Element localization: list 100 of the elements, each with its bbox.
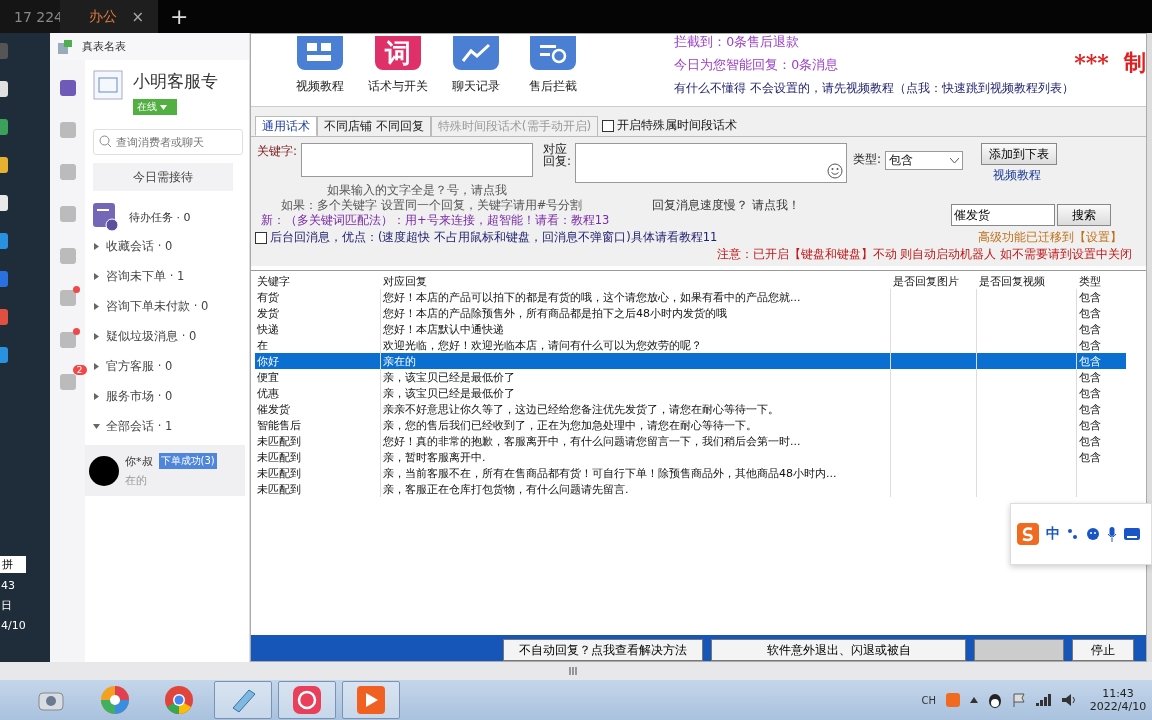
checkbox-label: 开启特殊属时间段话术	[617, 117, 738, 134]
hint-link[interactable]: 新：（多关键词匹配法）：用+号来连接，超智能！请看：教程13	[257, 213, 847, 228]
checkbox[interactable]	[255, 231, 267, 244]
stop-button[interactable]: 停止	[1072, 639, 1134, 661]
app-icon[interactable]	[0, 309, 8, 325]
browser-icon	[164, 685, 194, 715]
start-button[interactable]	[974, 639, 1064, 661]
toolbar-button[interactable]: 聊天记录	[436, 34, 515, 95]
keyword-label: 关键字:	[257, 143, 298, 160]
search-button[interactable]: 搜索	[1057, 204, 1112, 226]
column-header: 关键字	[256, 273, 291, 289]
table-row[interactable]: 有货 您好！本店的产品可以拍下的都是有货的哦，这个请您放心，如果有看中的产品您就... 包含	[255, 289, 1126, 305]
table-cell: 您好！本店的产品除预售外，所有商品都是拍下之后48小时内发货的哦	[381, 305, 891, 321]
signal-icon[interactable]	[1036, 694, 1052, 706]
add-button[interactable]: 添加到下表	[981, 143, 1058, 165]
conversation-group[interactable]: 疑似垃圾消息 · 0	[93, 321, 249, 351]
conversation-group[interactable]: 全部会话 · 1	[93, 411, 249, 441]
table-row[interactable]: 优惠 亲，该宝贝已经是最低价了 包含	[255, 385, 1126, 401]
avatar	[89, 455, 119, 486]
browser-tab[interactable]: 办公 ×	[60, 0, 158, 33]
conversation-group[interactable]: 咨询未下单 · 1	[93, 261, 249, 291]
tab[interactable]: 不同店铺 不同回复	[317, 116, 431, 136]
app-icon[interactable]	[0, 233, 8, 249]
table-row[interactable]: 未匹配到 亲，客服正在仓库打包货物，有什么问题请先留言.	[255, 481, 1126, 497]
conversation-group[interactable]: 官方客服 · 0	[93, 351, 249, 381]
conversation-group[interactable]: 咨询下单未付款 · 0	[93, 291, 249, 321]
table-cell-text: 包含	[1078, 305, 1102, 321]
emoji-icon[interactable]	[827, 163, 843, 179]
table-cell: 亲亲不好意思让你久等了，这边已经给您备注优先发货了，请您在耐心等待一下。	[381, 401, 891, 417]
app-icon[interactable]	[0, 119, 8, 135]
new-tab-button[interactable]: +	[158, 0, 201, 33]
table-row[interactable]: 智能售后 亲，您的售后我们已经收到了，正在为您加急处理中，请您在耐心等待一下。 包含	[255, 417, 1126, 433]
type-select[interactable]: 包含	[885, 151, 964, 170]
todo-label[interactable]: 待办任务 · 0	[129, 209, 191, 225]
table-cell-text: 包含	[1078, 353, 1102, 369]
table-row[interactable]: 未匹配到 亲，当前客服不在，所有在售商品都有货！可自行下单！除预售商品外，其他商品48小时内...	[255, 465, 1126, 481]
close-icon[interactable]: ×	[131, 7, 144, 26]
taskbar-button[interactable]	[342, 681, 400, 719]
pinwheel-icon	[100, 685, 130, 715]
table-cell: 未匹配到	[255, 433, 381, 449]
table-cell: 未匹配到	[255, 465, 381, 481]
table-row[interactable]: 快递 您好！本店默认中通快递 包含	[255, 321, 1126, 337]
help-link[interactable]: 有什么不懂得 不会设置的，请先视频教程（点我：快速跳到视频教程列表）	[674, 80, 1075, 97]
conversation-group[interactable]: 收藏会话 · 0	[93, 231, 249, 261]
conversation-item[interactable]: 你*叔 下单成功(3) 在的	[85, 445, 245, 496]
table-row[interactable]: 发货 您好！本店的产品除预售外，所有商品都是拍下之后48小时内发货的哦 包含	[255, 305, 1126, 321]
message-icon[interactable]	[59, 80, 76, 96]
conversation-group[interactable]: 服务市场 · 0	[93, 381, 249, 411]
emoji-icon[interactable]	[1086, 527, 1100, 541]
toolbar-button[interactable]: 视频教程	[281, 34, 359, 95]
taskbar-button[interactable]	[214, 681, 272, 719]
toolbar-button[interactable]: 售后拦截	[514, 34, 593, 95]
app-icon[interactable]	[0, 271, 8, 287]
table-cell: 亲，该宝贝已经是最低价了	[381, 385, 891, 401]
app-icon[interactable]	[0, 195, 8, 211]
table-cell: 亲，客服正在仓库打包货物，有什么问题请先留言.	[381, 481, 891, 497]
table-cell: 您好！本店的产品可以拍下的都是有货的哦，这个请您放心，如果有看中的产品您就...	[381, 289, 891, 305]
help-button[interactable]: 软件意外退出、闪退或被自	[711, 639, 966, 661]
camera-icon	[38, 689, 64, 711]
clock[interactable]: 11:43 2022/4/10	[1088, 687, 1148, 713]
taskbar-button[interactable]	[278, 681, 336, 719]
table-row[interactable]: 催发货 亲亲不好意思让你久等了，这边已经给您备注优先发货了，请您在耐心等待一下。 包含	[255, 401, 1126, 417]
order-tag: 下单成功(3)	[158, 453, 217, 469]
video-link[interactable]: 视频教程	[993, 167, 1042, 184]
table-cell: 亲，暂时客服离开中.	[381, 449, 891, 465]
microphone-icon[interactable]	[1107, 526, 1117, 542]
toolbar-button[interactable]: 词 话术与开关	[358, 34, 437, 95]
today-button[interactable]: 今日需接待	[93, 163, 233, 191]
app-icon[interactable]	[0, 347, 8, 363]
chevron-up-icon[interactable]	[970, 697, 978, 703]
checkbox[interactable]	[602, 119, 615, 132]
app-icon[interactable]	[0, 81, 8, 97]
keyword-field[interactable]	[301, 143, 533, 177]
input-mode[interactable]: 中	[1046, 525, 1060, 543]
help-button[interactable]: 不自动回复？点我查看解决方法	[503, 639, 703, 661]
hint-link[interactable]: 如果输入的文字全是？号，请点我	[257, 183, 847, 198]
app-icon[interactable]	[0, 157, 8, 173]
keyboard-icon[interactable]	[1124, 528, 1140, 540]
punctuation-icon[interactable]	[1067, 527, 1079, 541]
table-row[interactable]: 未匹配到 您好！真的非常的抱歉，客服离开中，有什么问题请您留言一下，我们稍后会第一时... 包含	[255, 433, 1126, 449]
notification-badge: 2	[72, 365, 87, 375]
table-cell-text: 包含	[1078, 433, 1102, 449]
search-field[interactable]: 查询消费者或聊天	[93, 129, 243, 155]
ime-logo-icon	[1017, 523, 1039, 545]
language-indicator[interactable]: CH	[921, 694, 936, 706]
tab[interactable]: 通用话术	[255, 116, 317, 136]
table-cell-text: 包含	[1078, 369, 1102, 385]
resize-grip-icon[interactable]	[569, 667, 577, 675]
reply-field[interactable]	[575, 143, 847, 183]
flag-icon[interactable]	[1012, 693, 1026, 707]
table-row[interactable]: 未匹配到 亲，暂时客服离开中. 包含	[255, 449, 1126, 465]
stat-text: 今日为您智能回复：0条消息	[674, 57, 840, 74]
search-field[interactable]: 催发货	[951, 204, 1056, 226]
table-row[interactable]: 你好 亲在的 包含	[255, 353, 1126, 369]
hint-link[interactable]: 回复消息速度慢？ 请点我！	[652, 198, 800, 213]
penguin-icon[interactable]	[988, 692, 1002, 708]
last-message: 在的	[125, 473, 148, 488]
clock-text: 43	[0, 579, 16, 592]
table-row[interactable]: 便宜 亲，该宝贝已经是最低价了 包含	[255, 369, 1126, 385]
ime-indicator: 拼	[0, 556, 26, 573]
